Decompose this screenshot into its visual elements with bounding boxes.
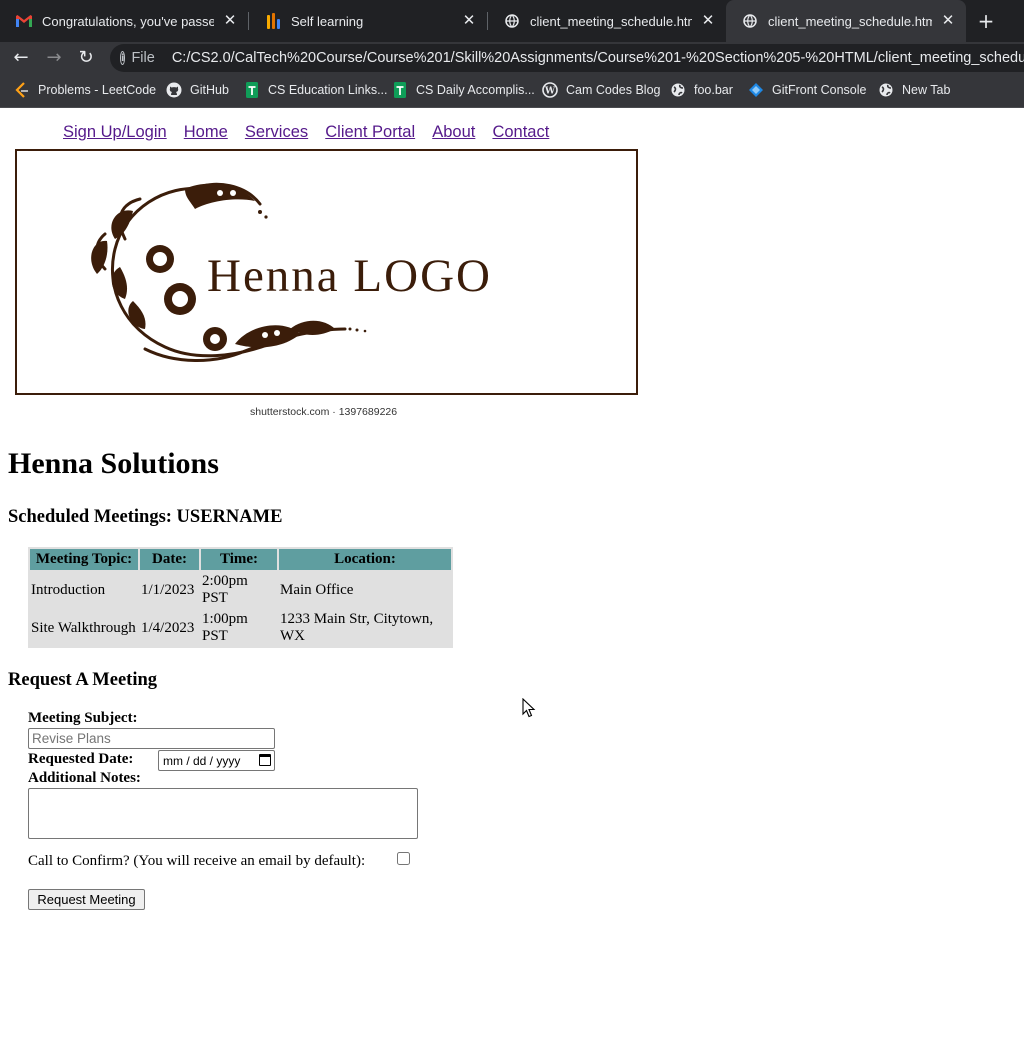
tab-title: Congratulations, you've passed y <box>42 13 214 29</box>
tab-client-meeting-1[interactable]: client_meeting_schedule.html ✕ <box>488 0 726 42</box>
nav-link-home[interactable]: Home <box>184 123 228 141</box>
tab-strip: Congratulations, you've passed y ✕ Self … <box>0 0 1024 42</box>
address-bar[interactable]: i File C:/CS2.0/CalTech%20Course/Course%… <box>110 44 1024 72</box>
table-row: Introduction 1/1/2023 2:00pm PST Main Of… <box>30 572 451 608</box>
close-tab-icon[interactable]: ✕ <box>940 13 956 29</box>
call-to-confirm-checkbox[interactable] <box>397 852 410 865</box>
nav-link-about[interactable]: About <box>432 123 475 141</box>
mouse-cursor-icon <box>522 698 536 718</box>
page-viewport: Sign Up/Login Home Services Client Porta… <box>0 108 1024 1048</box>
henna-logo-image: Henna LOGO <box>15 149 638 395</box>
wordpress-icon: W <box>542 82 558 98</box>
meeting-date-cell: 1/4/2023 <box>141 619 195 636</box>
tab-title: Self learning <box>291 13 364 29</box>
gitfront-icon <box>748 82 764 98</box>
meeting-location-cell: 1233 Main Str, Citytown, WX <box>280 611 434 644</box>
image-credit: shutterstock.com · 1397689226 <box>250 406 398 418</box>
date-input-value: mm / dd / yyyy <box>163 753 241 768</box>
globe-icon <box>878 82 894 98</box>
tab-gmail[interactable]: Congratulations, you've passed y ✕ <box>0 0 248 42</box>
requested-date-input[interactable]: mm / dd / yyyy <box>158 750 275 771</box>
request-meeting-heading: Request A Meeting <box>8 670 158 690</box>
column-header-time: Time: <box>201 549 277 570</box>
sheets-icon <box>244 82 260 98</box>
tab-title: client_meeting_schedule.html <box>530 13 692 29</box>
new-tab-icon[interactable]: + <box>976 11 996 31</box>
nav-link-contact[interactable]: Contact <box>492 123 549 141</box>
request-meeting-button[interactable]: Request Meeting <box>28 889 145 910</box>
address-scheme: File <box>131 50 155 66</box>
gmail-icon <box>16 13 32 29</box>
site-nav: Sign Up/Login Home Services Client Porta… <box>63 122 561 142</box>
meeting-time-cell: 1:00pm PST <box>202 611 248 644</box>
analytics-icon <box>265 13 281 29</box>
close-tab-icon[interactable]: ✕ <box>461 13 477 29</box>
leetcode-icon <box>14 82 30 98</box>
page-title: Henna Solutions <box>8 447 219 480</box>
reload-icon[interactable]: ↻ <box>74 46 98 70</box>
additional-notes-label: Additional Notes: <box>28 770 141 786</box>
close-tab-icon[interactable]: ✕ <box>700 13 716 29</box>
info-icon[interactable]: i <box>120 51 126 65</box>
meeting-time-cell: 2:00pm PST <box>202 573 248 606</box>
globe-icon <box>504 13 520 29</box>
back-arrow-icon[interactable]: ← <box>9 46 33 70</box>
bookmark-cs-daily-accomplishments[interactable]: CS Daily Accomplis... <box>392 81 535 99</box>
bookmark-new-tab[interactable]: New Tab <box>878 81 950 99</box>
bookmarks-bar: Problems - LeetCode GitHub CS Education … <box>0 74 1024 108</box>
tab-title: client_meeting_schedule.html <box>768 13 932 29</box>
github-icon <box>166 82 182 98</box>
globe-icon <box>742 13 758 29</box>
requested-date-label: Requested Date: <box>28 751 134 767</box>
sheets-icon <box>392 82 408 98</box>
meeting-date-cell: 1/1/2023 <box>141 581 195 598</box>
meeting-subject-label: Meeting Subject: <box>28 710 138 726</box>
meeting-topic-cell: Site Walkthrough <box>31 619 136 636</box>
address-url: C:/CS2.0/CalTech%20Course/Course%201/Ski… <box>171 50 1024 66</box>
table-row: Site Walkthrough 1/4/2023 1:00pm PST 123… <box>30 610 451 646</box>
tab-self-learning[interactable]: Self learning ✕ <box>249 0 487 42</box>
bookmark-gitfront-console[interactable]: GitFront Console <box>748 81 866 99</box>
calendar-icon[interactable] <box>259 754 271 766</box>
column-header-topic: Meeting Topic: <box>30 549 138 570</box>
column-header-date: Date: <box>140 549 199 570</box>
forward-arrow-icon[interactable]: → <box>42 46 66 70</box>
svg-text:W: W <box>544 87 556 97</box>
nav-link-client-portal[interactable]: Client Portal <box>325 123 415 141</box>
bookmark-github[interactable]: GitHub <box>166 81 229 99</box>
meeting-location-cell: Main Office <box>280 581 354 598</box>
bookmark-cam-codes-blog[interactable]: W Cam Codes Blog <box>542 81 661 99</box>
nav-link-services[interactable]: Services <box>245 123 308 141</box>
nav-link-sign-up-login[interactable]: Sign Up/Login <box>63 123 167 141</box>
meeting-subject-input[interactable] <box>28 728 275 749</box>
bookmark-cs-education-links[interactable]: CS Education Links... <box>244 81 388 99</box>
table-header-row: Meeting Topic: Date: Time: Location: <box>30 549 451 570</box>
scheduled-meetings-heading: Scheduled Meetings: USERNAME <box>8 507 283 527</box>
bookmark-foo-bar[interactable]: foo.bar <box>670 81 733 99</box>
tab-client-meeting-active[interactable]: client_meeting_schedule.html ✕ <box>726 0 966 42</box>
meetings-table: Meeting Topic: Date: Time: Location: Int… <box>28 547 453 648</box>
globe-icon <box>670 82 686 98</box>
logo-text: Henna LOGO <box>207 250 492 302</box>
meeting-topic-cell: Introduction <box>31 581 106 598</box>
call-to-confirm-label: Call to Confirm? (You will receive an em… <box>28 853 366 869</box>
browser-toolbar: ← → ↻ i File C:/CS2.0/CalTech%20Course/C… <box>0 42 1024 74</box>
close-tab-icon[interactable]: ✕ <box>222 13 238 29</box>
column-header-location: Location: <box>279 549 451 570</box>
additional-notes-textarea[interactable] <box>28 788 418 839</box>
bookmark-leetcode[interactable]: Problems - LeetCode <box>14 81 156 99</box>
